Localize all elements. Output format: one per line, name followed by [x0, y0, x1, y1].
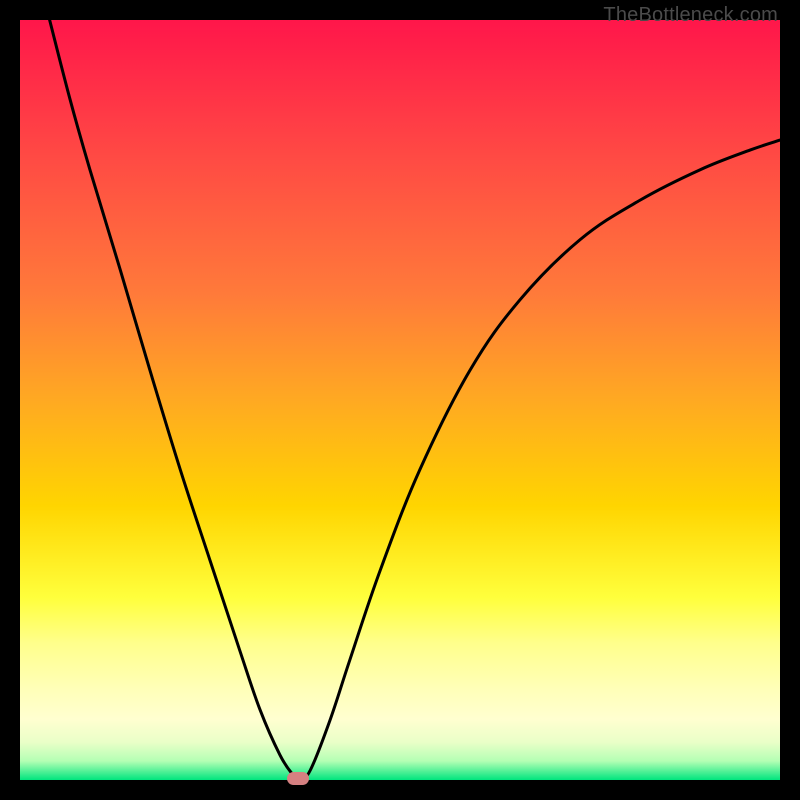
watermark-text: TheBottleneck.com: [603, 4, 778, 27]
minimum-marker: [287, 772, 309, 785]
curve-path: [50, 20, 780, 780]
plot-curve-layer: [20, 20, 780, 780]
